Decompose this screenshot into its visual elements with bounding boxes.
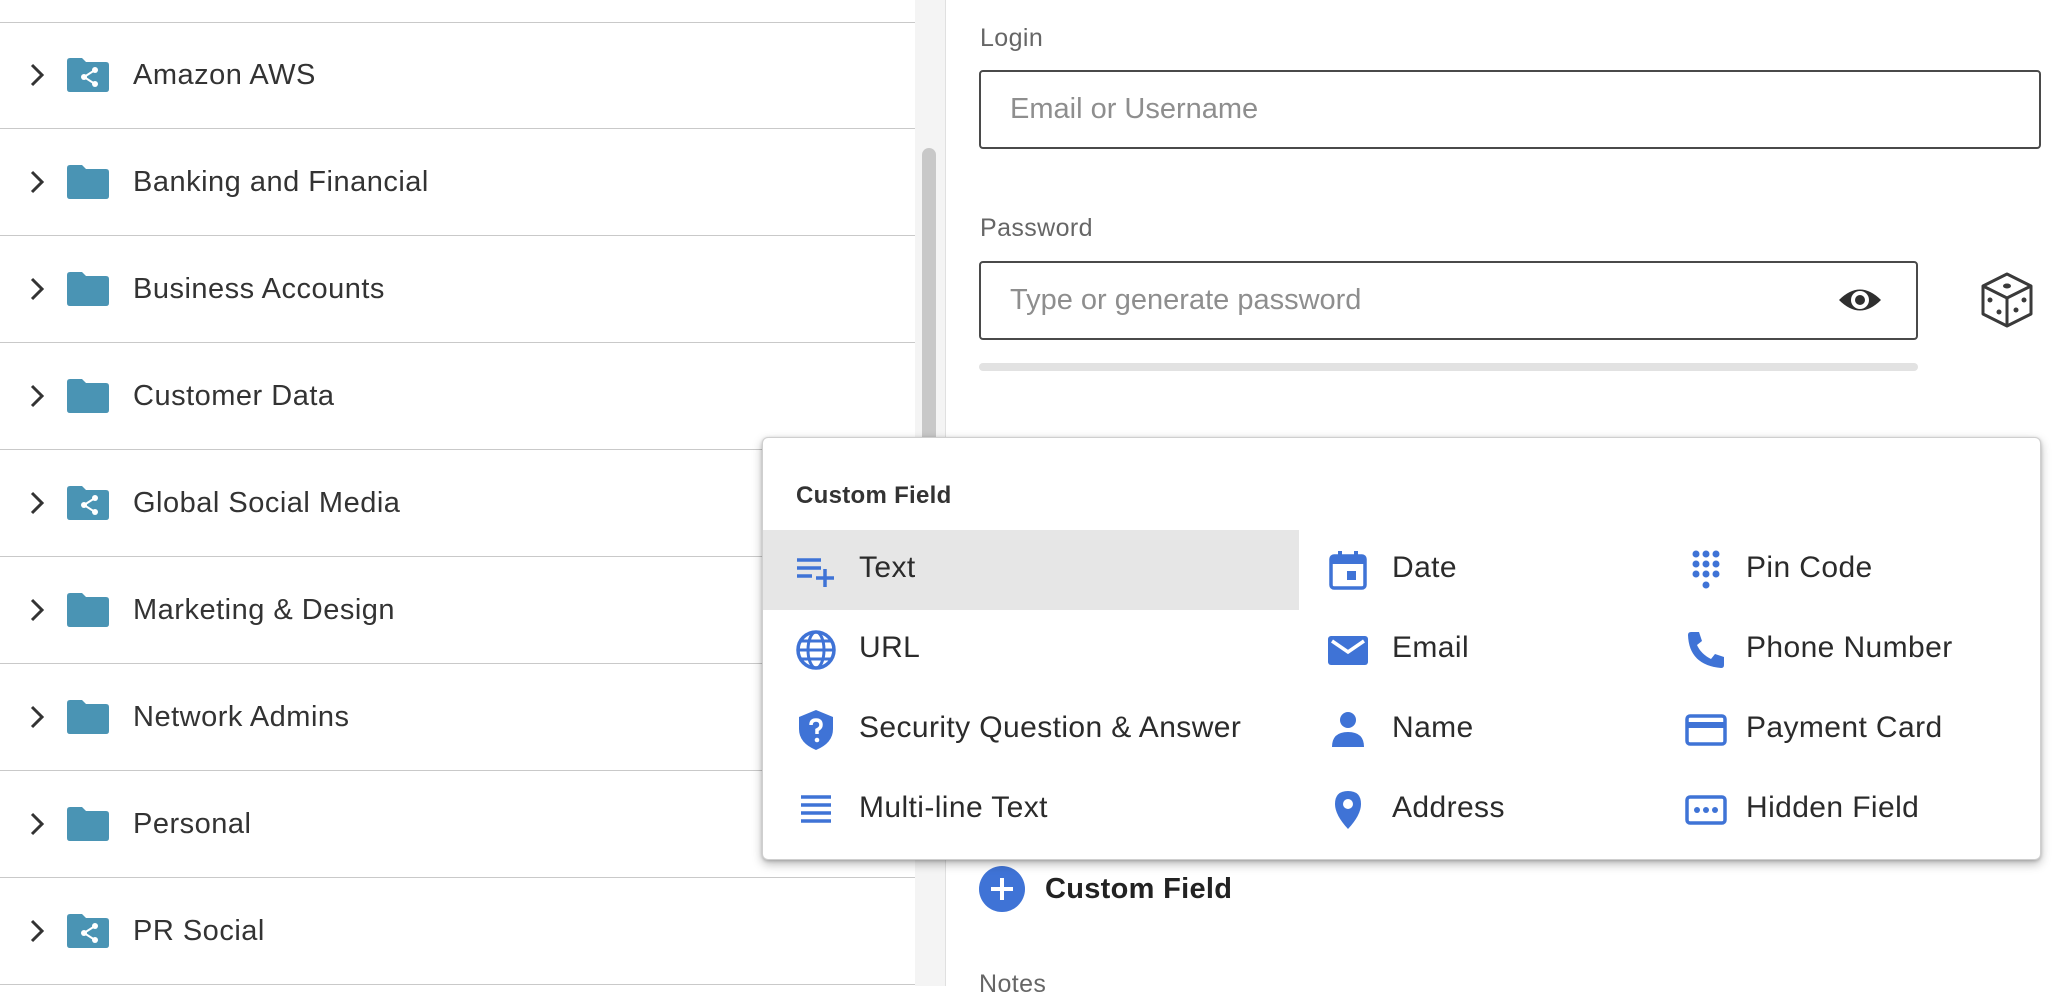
menu-item-label: Security Question & Answer — [859, 711, 1242, 744]
menu-title: Custom Field — [796, 482, 952, 509]
menu-item-payment-card[interactable]: Payment Card — [1657, 690, 2041, 770]
menu-item-pin-code[interactable]: Pin Code — [1657, 530, 2041, 610]
menu-item-label: Multi-line Text — [859, 791, 1048, 824]
folder-label: PR Social — [133, 915, 265, 947]
globe-icon — [796, 630, 836, 670]
folder-icon — [67, 379, 109, 413]
folder-label: Global Social Media — [133, 487, 401, 519]
menu-item-url[interactable]: URL — [763, 610, 1299, 690]
folder-icon — [67, 807, 109, 841]
folder-row-customer-data[interactable]: Customer Data — [0, 343, 915, 450]
password-input[interactable] — [979, 261, 1918, 340]
menu-item-security-question[interactable]: Security Question & Answer — [763, 690, 1299, 770]
add-custom-field-button[interactable]: Custom Field — [979, 866, 1232, 912]
eye-icon[interactable] — [1837, 283, 1883, 317]
menu-item-label: Address — [1392, 791, 1505, 824]
menu-item-label: Date — [1392, 551, 1457, 584]
menu-item-address[interactable]: Address — [1299, 770, 1657, 850]
menu-item-hidden-field[interactable]: Hidden Field — [1657, 770, 2041, 850]
chevron-right-icon[interactable] — [28, 383, 46, 409]
menu-item-label: Name — [1392, 711, 1474, 744]
menu-item-phone-number[interactable]: Phone Number — [1657, 610, 2041, 690]
menu-item-label: URL — [859, 631, 921, 664]
menu-item-label: Pin Code — [1746, 551, 1873, 584]
menu-item-text[interactable]: Text — [763, 530, 1299, 610]
password-label: Password — [980, 214, 1093, 242]
menu-item-label: Phone Number — [1746, 631, 1953, 664]
menu-item-email[interactable]: Email — [1299, 610, 1657, 690]
folder-label: Marketing & Design — [133, 594, 396, 626]
shield-question-icon — [799, 710, 833, 750]
map-pin-icon — [1335, 791, 1361, 829]
menu-item-name[interactable]: Name — [1299, 690, 1657, 770]
dialpad-icon — [1692, 550, 1720, 589]
folder-icon — [67, 700, 109, 734]
shared-folder-icon — [67, 58, 109, 92]
calendar-icon — [1329, 551, 1367, 590]
menu-item-label: Email — [1392, 631, 1470, 664]
custom-field-menu: Custom Field Text Date Pin Code URL Emai… — [762, 437, 2041, 860]
login-input[interactable] — [979, 70, 2041, 149]
add-custom-field-label: Custom Field — [1045, 872, 1233, 905]
folder-label: Network Admins — [133, 701, 350, 733]
chevron-right-icon[interactable] — [28, 62, 46, 88]
shared-folder-icon — [67, 914, 109, 948]
chevron-right-icon[interactable] — [28, 169, 46, 195]
notes-label: Notes — [979, 970, 1047, 998]
folder-label: Customer Data — [133, 380, 335, 412]
folder-row-business-accounts[interactable]: Business Accounts — [0, 236, 915, 343]
menu-item-label: Hidden Field — [1746, 791, 1920, 824]
shared-folder-icon — [67, 486, 109, 520]
hidden-field-icon — [1685, 795, 1727, 825]
folder-label: Business Accounts — [133, 273, 385, 305]
folder-icon — [67, 593, 109, 627]
menu-item-multi-line-text[interactable]: Multi-line Text — [763, 770, 1299, 850]
plus-circle-icon — [979, 866, 1025, 912]
menu-item-label: Payment Card — [1746, 711, 1943, 744]
password-strength-bar — [979, 363, 1918, 371]
login-label: Login — [980, 24, 1044, 52]
chevron-right-icon[interactable] — [28, 276, 46, 302]
folder-icon — [67, 165, 109, 199]
folder-label: Personal — [133, 808, 252, 840]
folder-label: Amazon AWS — [133, 59, 316, 91]
phone-icon — [1688, 632, 1724, 668]
folder-label: Banking and Financial — [133, 166, 429, 198]
folder-row-amazon-aws[interactable]: Amazon AWS — [0, 22, 915, 129]
credit-card-icon — [1685, 714, 1727, 746]
lines-icon — [801, 795, 831, 823]
chevron-right-icon[interactable] — [28, 597, 46, 623]
menu-item-date[interactable]: Date — [1299, 530, 1657, 610]
dice-icon[interactable] — [1977, 270, 2037, 330]
chevron-right-icon[interactable] — [28, 918, 46, 944]
folder-row-pr-social[interactable]: PR Social — [0, 878, 915, 985]
folder-icon — [67, 272, 109, 306]
chevron-right-icon[interactable] — [28, 490, 46, 516]
chevron-right-icon[interactable] — [28, 704, 46, 730]
menu-item-label: Text — [859, 551, 916, 584]
envelope-icon — [1328, 636, 1368, 665]
text-add-icon — [797, 558, 834, 587]
chevron-right-icon[interactable] — [28, 811, 46, 837]
person-icon — [1332, 712, 1364, 747]
folder-row-banking[interactable]: Banking and Financial — [0, 129, 915, 236]
